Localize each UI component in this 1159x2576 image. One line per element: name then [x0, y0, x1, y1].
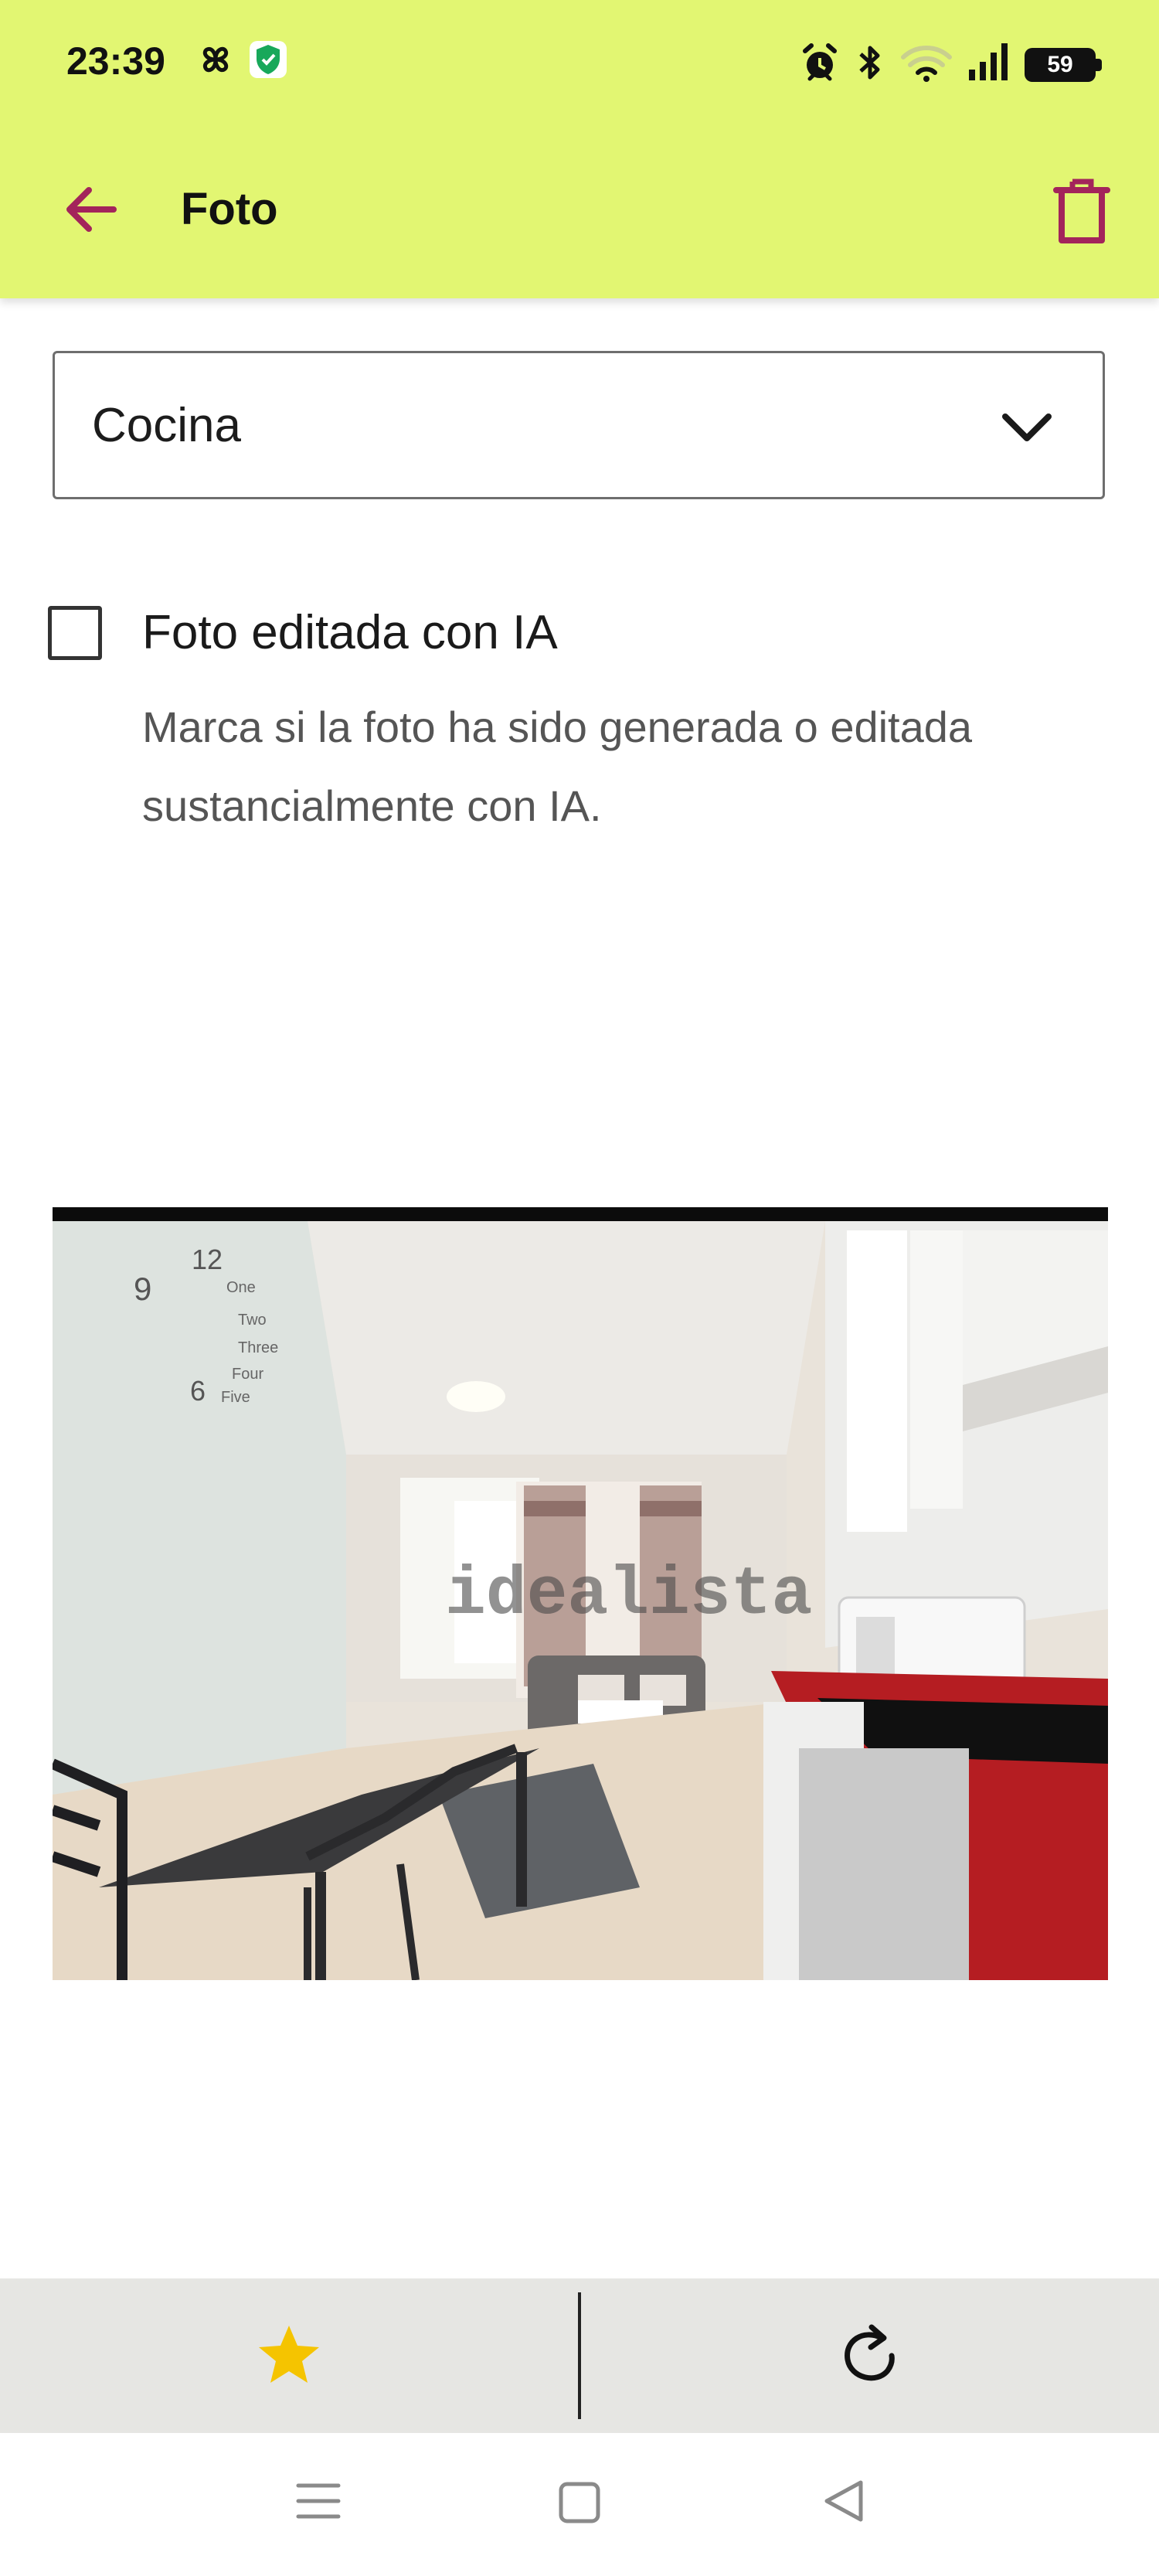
- wall-clock-6: 6: [190, 1375, 206, 1407]
- signal-icon: [967, 42, 1011, 87]
- battery-icon: 59: [1025, 47, 1102, 82]
- wifi-icon: [899, 42, 953, 87]
- rotate-icon: [845, 2324, 895, 2381]
- status-right-icons: 59: [799, 42, 1102, 87]
- wall-clock-one: One: [226, 1279, 256, 1296]
- back-triangle-icon[interactable]: [816, 2473, 872, 2529]
- room-select[interactable]: Cocina: [53, 351, 1105, 499]
- status-left-icons: [196, 40, 287, 83]
- room-select-value: Cocina: [92, 399, 241, 452]
- status-time: 23:39: [66, 39, 165, 83]
- star-icon: [259, 2326, 319, 2383]
- menu-icon[interactable]: [291, 2473, 346, 2529]
- wall-clock-three: Three: [238, 1339, 278, 1356]
- rotate-button[interactable]: [581, 2278, 1159, 2433]
- wall-clock-12: 12: [192, 1244, 223, 1275]
- alarm-icon: [799, 42, 841, 87]
- shield-check-icon: [249, 40, 287, 83]
- photo-watermark: idealista: [445, 1557, 812, 1634]
- home-icon[interactable]: [550, 2473, 609, 2532]
- back-button[interactable]: [57, 175, 127, 244]
- pinwheel-icon: [196, 40, 235, 83]
- favorite-button[interactable]: [0, 2278, 578, 2433]
- bluetooth-icon: [855, 42, 885, 87]
- ai-edited-help-text: Marca si la foto ha sido generada o edit…: [142, 703, 973, 830]
- battery-level: 59: [1047, 51, 1073, 77]
- delete-button[interactable]: [1043, 173, 1120, 250]
- app-header: 23:39 59 Foto: [0, 0, 1159, 298]
- property-photo: 9 12 6 One Two Three Four Five idealista: [53, 1207, 1108, 1980]
- ai-edited-checkbox[interactable]: [48, 606, 102, 660]
- photo-action-bar: [0, 2278, 1159, 2433]
- wall-clock-9: 9: [134, 1271, 151, 1307]
- arrow-left-icon: [66, 187, 117, 232]
- chevron-down-icon: [1002, 413, 1052, 441]
- ai-edited-label[interactable]: Foto editada con IA: [142, 605, 558, 660]
- trash-icon: [1053, 179, 1110, 243]
- system-nav-bar: [0, 2433, 1159, 2576]
- wall-clock-two: Two: [238, 1312, 267, 1329]
- wall-clock-four: Four: [232, 1366, 263, 1383]
- page-title: Foto: [181, 184, 278, 234]
- wall-clock-five: Five: [221, 1389, 250, 1406]
